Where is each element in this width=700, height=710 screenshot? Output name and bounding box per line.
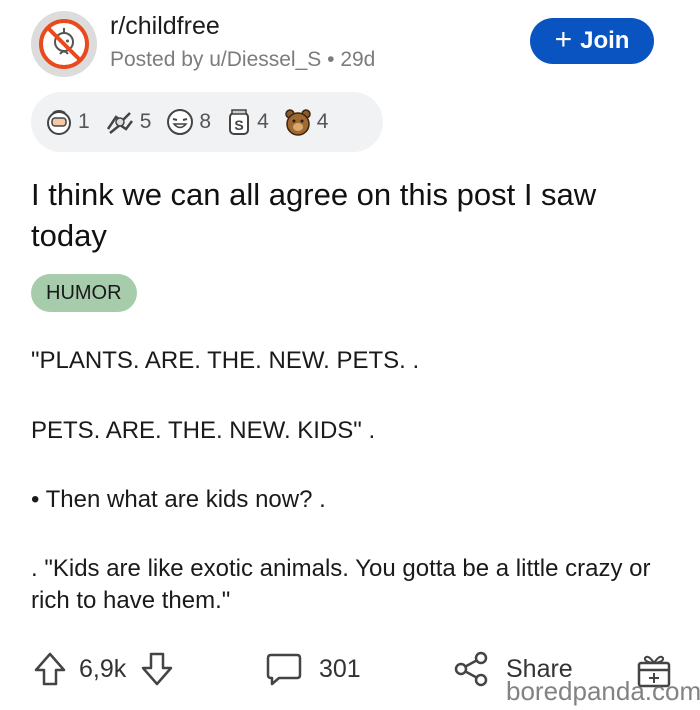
body-paragraph: • Then what are kids now? . [31,486,326,513]
svg-text:S: S [234,117,243,133]
body-paragraph: "PLANTS. ARE. THE. NEW. PETS. . [31,347,420,374]
face-palm-award-icon [47,110,71,135]
award-item: 8 [165,107,211,137]
award-count: 8 [199,110,212,133]
award-item: S 4 [225,107,269,137]
share-icon [454,651,488,687]
vote-count: 6,9k [79,654,127,683]
childfree-logo-icon [39,19,89,69]
post-age: 29d [340,48,376,71]
downvote-arrow-icon[interactable] [140,651,174,687]
vote-group: 6,9k [33,651,174,687]
body-paragraph: . "Kids are like exotic animals. You got… [31,555,651,614]
post-title[interactable]: I think we can all agree on this post I … [31,174,651,256]
upvote-arrow-icon[interactable] [33,651,67,687]
comment-count: 301 [319,654,361,683]
post-meta: Posted by u/Diessel_S • 29d [110,48,375,72]
subreddit-avatar[interactable] [31,11,97,77]
award-item: 1 [44,107,90,137]
bear-award-icon [285,109,311,136]
award-item: 4 [283,107,329,137]
wholesome-hands-award-icon [106,112,133,134]
plus-icon: + [554,22,573,56]
body-paragraph: PETS. ARE. THE. NEW. KIDS" . [31,417,376,444]
awards-bar[interactable]: 1 5 8 S 4 4 [31,92,383,152]
award-count: 5 [139,110,152,133]
post-flair[interactable]: HUMOR [31,274,137,312]
meta-separator: • [327,48,341,71]
laughing-face-award-icon [167,109,194,135]
award-count: 1 [78,110,90,133]
posted-by[interactable]: Posted by u/Diessel_S [110,48,321,71]
watermark: boredpanda.com [506,676,700,706]
award-count: 4 [257,110,269,133]
tip-jar-award-icon: S [229,109,250,135]
join-label: Join [580,27,630,54]
award-item: 5 [104,107,152,137]
subreddit-name[interactable]: r/childfree [110,12,220,41]
comment-bubble-icon [266,653,302,686]
join-button[interactable]: + Join [530,18,654,64]
award-count: 4 [316,110,329,133]
comments-button[interactable]: 301 [265,651,361,687]
